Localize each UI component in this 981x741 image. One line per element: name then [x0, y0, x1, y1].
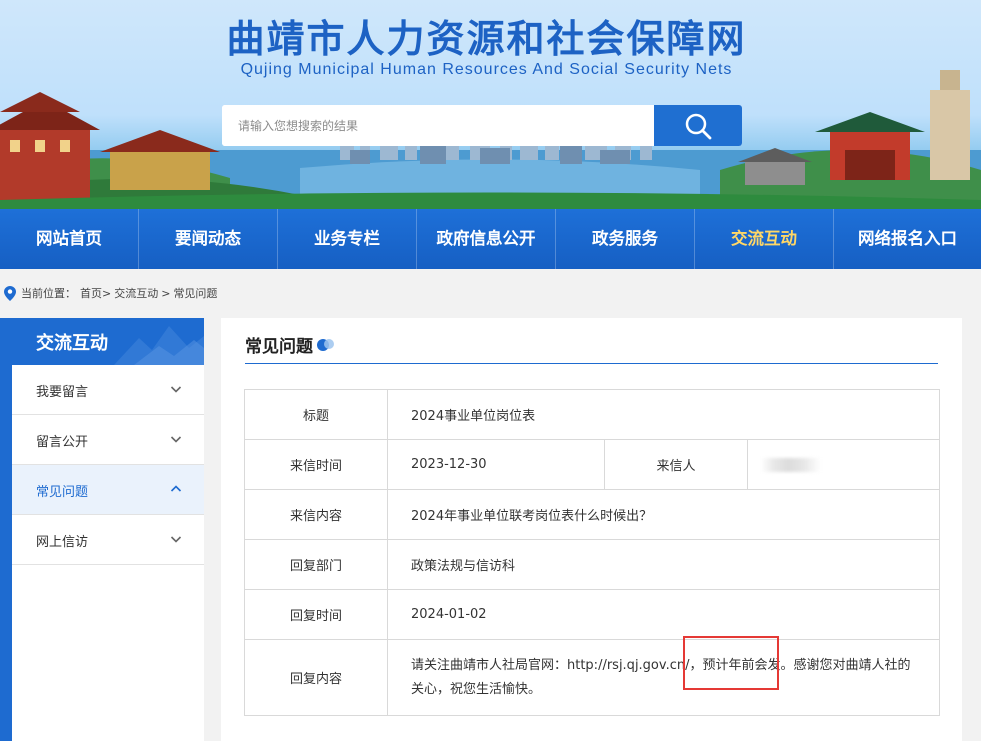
breadcrumb-section[interactable]: 交流互动 [114, 285, 158, 301]
table-row: 回复时间 2024-01-02 [244, 589, 941, 640]
sidebar-item-online-petition[interactable]: 网上信访 [12, 515, 204, 565]
breadcrumb-separator: > [102, 286, 112, 300]
sidebar-item-message-public[interactable]: 留言公开 [12, 415, 204, 465]
search-box [222, 105, 742, 146]
chevron-up-icon [170, 485, 182, 492]
main-content: 常见问题 标题 2024事业单位岗位表 来信时间 2023-12-30 来信人 … [221, 318, 962, 741]
sender-value [746, 439, 941, 490]
sidebar-item-leave-message[interactable]: 我要留言 [12, 365, 204, 415]
table-row: 标题 2024事业单位岗位表 [244, 389, 941, 440]
sidebar: 交流互动 我要留言 留言公开 常见问题 网上信访 [0, 318, 204, 741]
sidebar-item-faq[interactable]: 常见问题 [12, 465, 204, 515]
sidebar-item-label: 网上信访 [36, 535, 89, 550]
breadcrumb-current: 常见问题 [173, 287, 218, 300]
nav-item-home[interactable]: 网站首页 [0, 209, 139, 269]
chevron-down-icon [170, 536, 182, 543]
nav-item-registration[interactable]: 网络报名入口 [834, 209, 981, 269]
nav-item-gov-service[interactable]: 政务服务 [556, 209, 695, 269]
title-value: 2024事业单位岗位表 [386, 389, 941, 440]
nav-item-interaction[interactable]: 交流互动 [695, 209, 834, 269]
date-value: 2023-12-30 [387, 439, 605, 490]
search-icon [685, 113, 712, 139]
sidebar-item-label: 我要留言 [36, 385, 89, 400]
dept-label: 回复部门 [244, 539, 388, 590]
content-value: 2024年事业单位联考岗位表什么时候出？ [386, 489, 941, 540]
reply-text: 请关注曲靖市人社局官网：http://rsj.qj.gov.cn/，预计年前会发… [411, 657, 911, 697]
nav-item-gov-info[interactable]: 政府信息公开 [417, 209, 556, 269]
nav-item-news[interactable]: 要闻动态 [139, 209, 278, 269]
nav-item-business[interactable]: 业务专栏 [278, 209, 417, 269]
bubble-decoration-icon [317, 339, 334, 351]
title-underline [245, 363, 938, 364]
chevron-down-icon [170, 436, 182, 443]
sidebar-accent-strip [0, 318, 12, 741]
breadcrumb-prefix: 当前位置： [21, 287, 76, 300]
date-label: 来信时间 [244, 439, 388, 490]
redacted-sender [761, 457, 821, 472]
breadcrumb: 当前位置： 首页 > 交流互动 > 常见问题 [4, 285, 217, 301]
title-label: 标题 [244, 389, 388, 440]
dept-value: 政策法规与信访科 [386, 539, 941, 590]
reply-date-value: 2024-01-02 [386, 589, 941, 640]
site-subtitle: Qujing Municipal Human Resources And Soc… [240, 61, 733, 78]
table-row: 回复部门 政策法规与信访科 [244, 539, 941, 590]
sidebar-header: 交流互动 [12, 318, 204, 365]
search-button[interactable] [654, 105, 742, 146]
table-row: 来信内容 2024年事业单位联考岗位表什么时候出？ [244, 489, 941, 540]
table-row: 回复内容 请关注曲靖市人社局官网：http://rsj.qj.gov.cn/，预… [244, 639, 941, 716]
page-title: 常见问题 [245, 337, 313, 357]
sidebar-item-label: 留言公开 [36, 435, 89, 450]
chevron-down-icon [170, 386, 182, 393]
faq-detail-table: 标题 2024事业单位岗位表 来信时间 2023-12-30 来信人 来信内容 … [244, 389, 941, 716]
site-title: 曲靖市人力资源和社会保障网 [226, 17, 747, 61]
search-input[interactable] [222, 105, 654, 146]
sidebar-title: 交流互动 [36, 333, 108, 354]
breadcrumb-separator: > [161, 286, 171, 300]
reply-date-label: 回复时间 [244, 589, 388, 640]
mountain-decoration-icon [114, 326, 204, 365]
sender-label: 来信人 [604, 439, 748, 490]
reply-value: 请关注曲靖市人社局官网：http://rsj.qj.gov.cn/，预计年前会发… [386, 639, 941, 716]
main-nav: 网站首页 要闻动态 业务专栏 政府信息公开 政务服务 交流互动 网络报名入口 [0, 209, 981, 269]
sidebar-item-label: 常见问题 [36, 485, 89, 500]
location-pin-icon [4, 285, 16, 301]
content-label: 来信内容 [244, 489, 388, 540]
reply-label: 回复内容 [244, 639, 388, 716]
table-row: 来信时间 2023-12-30 来信人 [244, 439, 941, 490]
breadcrumb-home[interactable]: 首页 [80, 285, 102, 301]
header-banner: 曲靖市人力资源和社会保障网 Qujing Municipal Human Res… [0, 0, 981, 209]
